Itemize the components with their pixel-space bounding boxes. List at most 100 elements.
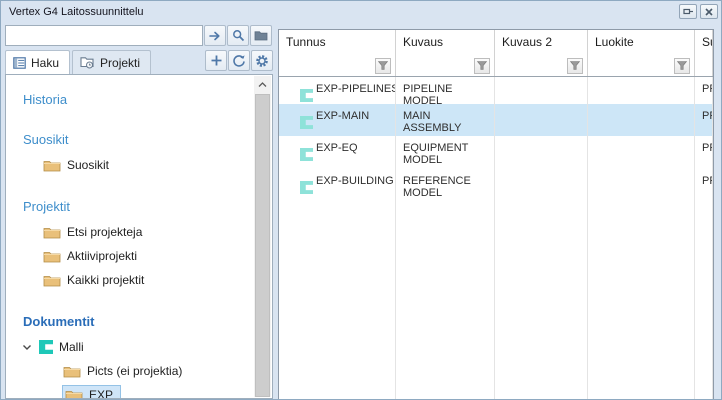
tree-item-label: EXP	[89, 388, 113, 399]
search-icon	[232, 29, 245, 42]
filter-cell-kuvaus2[interactable]	[495, 55, 588, 76]
model-icon	[300, 116, 313, 129]
table-header-row: Tunnus Kuvaus Kuvaus 2 Luokite Suur	[279, 30, 713, 55]
tree-item-picts[interactable]: Picts (ei projektia)	[63, 362, 255, 380]
folder-icon	[63, 365, 81, 378]
tab-haku[interactable]: Haku	[5, 50, 70, 74]
cell-luokite	[588, 104, 695, 136]
cell-kuvaus2	[495, 104, 588, 136]
table-row-selected[interactable]: EXP-MAIN MAIN ASSEMBLY PP2	[279, 104, 713, 136]
tree-item-label: Aktiiviprojekti	[67, 249, 137, 263]
scroll-up-icon	[258, 82, 267, 88]
search-row	[5, 25, 273, 47]
tree-item-label: Etsi projekteja	[67, 225, 142, 239]
tab-projekti-label: Projekti	[100, 56, 140, 70]
tree-item-etsi-projekteja[interactable]: Etsi projekteja	[43, 223, 255, 241]
column-header-luokite[interactable]: Luokite	[588, 30, 695, 55]
cell-luokite	[588, 136, 695, 169]
filter-cell-kuvaus[interactable]	[396, 55, 495, 76]
tree-item-label: Kaikki projektit	[67, 273, 144, 287]
cell-kuvaus: PIPELINE MODEL	[396, 77, 495, 104]
open-folder-button[interactable]	[250, 25, 272, 46]
column-header-kuvaus2[interactable]: Kuvaus 2	[495, 30, 588, 55]
tab-bar: Haku Projekti	[5, 50, 273, 74]
tree-header-projektit[interactable]: Projektit	[23, 199, 255, 214]
add-button[interactable]	[205, 50, 227, 71]
table-row[interactable]: EXP-PIPELINES PIPELINE MODEL PP2	[279, 77, 713, 104]
tree-item-label: Picts (ei projektia)	[87, 364, 182, 378]
cell-kuvaus: EQUIPMENT MODEL	[396, 136, 495, 169]
plus-icon	[210, 54, 223, 67]
filter-cell-luokite[interactable]	[588, 55, 695, 76]
tree-scrollbar[interactable]	[254, 76, 271, 397]
gear-icon	[255, 54, 269, 68]
folder-clock-icon	[80, 56, 95, 69]
cell-luokite	[588, 77, 695, 104]
folder-icon	[43, 274, 61, 287]
chevron-down-icon[interactable]	[21, 344, 33, 351]
cell-kuvaus: MAIN ASSEMBLY	[396, 104, 495, 136]
folder-icon	[43, 226, 61, 239]
settings-button[interactable]	[251, 50, 273, 71]
cell-tunnus: EXP-BUILDING	[316, 175, 394, 187]
list-form-icon	[13, 57, 26, 69]
table-empty-area	[279, 203, 713, 399]
cell-suur: PP2	[695, 77, 713, 104]
filter-funnel-icon[interactable]	[567, 58, 583, 74]
cell-tunnus: EXP-EQ	[316, 142, 358, 154]
titlebar: Vertex G4 Laitossuunnittelu	[1, 1, 721, 22]
pin-button[interactable]	[679, 4, 697, 19]
filter-funnel-icon[interactable]	[674, 58, 690, 74]
tab-haku-label: Haku	[31, 56, 59, 70]
table-filter-row	[279, 55, 713, 77]
cell-luokite	[588, 169, 695, 203]
window-title: Vertex G4 Laitossuunnittelu	[1, 6, 679, 18]
model-icon	[39, 340, 53, 354]
filter-cell-tunnus[interactable]	[279, 55, 396, 76]
cell-kuvaus2	[495, 77, 588, 104]
model-icon	[300, 181, 313, 194]
cell-tunnus: EXP-PIPELINES	[316, 83, 396, 95]
cell-suur: PP2	[695, 104, 713, 136]
filter-funnel-icon[interactable]	[474, 58, 490, 74]
table-row[interactable]: EXP-EQ EQUIPMENT MODEL PP2	[279, 136, 713, 169]
tree-header-dokumentit[interactable]: Dokumentit	[23, 314, 255, 329]
cell-tunnus: EXP-MAIN	[316, 110, 369, 122]
column-header-tunnus[interactable]: Tunnus	[279, 30, 396, 55]
cell-suur: PP2	[695, 136, 713, 169]
navigation-tree-panel: Historia Suosikit Suosikit Projektit Ets…	[5, 74, 273, 399]
cell-kuvaus2	[495, 169, 588, 203]
go-button[interactable]	[204, 25, 226, 46]
scroll-up-button[interactable]	[254, 76, 271, 93]
close-button[interactable]	[700, 4, 718, 19]
scrollbar-thumb[interactable]	[255, 94, 270, 397]
table-row[interactable]: EXP-BUILDING REFERENCE MODEL PP2	[279, 169, 713, 203]
tree-item-kaikki-projektit[interactable]: Kaikki projektit	[43, 271, 255, 289]
search-button[interactable]	[227, 25, 249, 46]
cell-kuvaus2	[495, 136, 588, 169]
model-icon	[300, 89, 313, 102]
tree-item-exp[interactable]: EXP	[63, 386, 120, 399]
cell-suur: PP2	[695, 169, 713, 203]
tree-item-suosikit[interactable]: Suosikit	[43, 156, 255, 174]
column-header-kuvaus[interactable]: Kuvaus	[396, 30, 495, 55]
tree-item-malli[interactable]: Malli	[21, 338, 255, 356]
tree-item-label: Malli	[59, 340, 84, 354]
refresh-button[interactable]	[228, 50, 250, 71]
model-icon	[300, 148, 313, 161]
tab-projekti[interactable]: Projekti	[72, 50, 151, 74]
search-input[interactable]	[5, 25, 203, 46]
folder-icon	[43, 250, 61, 263]
tree-item-label: Suosikit	[67, 158, 109, 172]
document-table-panel: Tunnus Kuvaus Kuvaus 2 Luokite Suur	[278, 29, 714, 399]
folder-icon	[65, 389, 83, 400]
app-window: Vertex G4 Laitossuunnittelu	[0, 0, 722, 400]
filter-cell-suur[interactable]	[695, 55, 713, 76]
folder-icon	[254, 30, 268, 41]
filter-funnel-icon[interactable]	[375, 58, 391, 74]
tree-header-historia[interactable]: Historia	[23, 92, 255, 107]
column-header-suur[interactable]: Suur	[695, 30, 713, 55]
tree-item-aktiiviprojekti[interactable]: Aktiiviprojekti	[43, 247, 255, 265]
go-arrow-icon	[208, 30, 222, 42]
tree-header-suosikit[interactable]: Suosikit	[23, 132, 255, 147]
